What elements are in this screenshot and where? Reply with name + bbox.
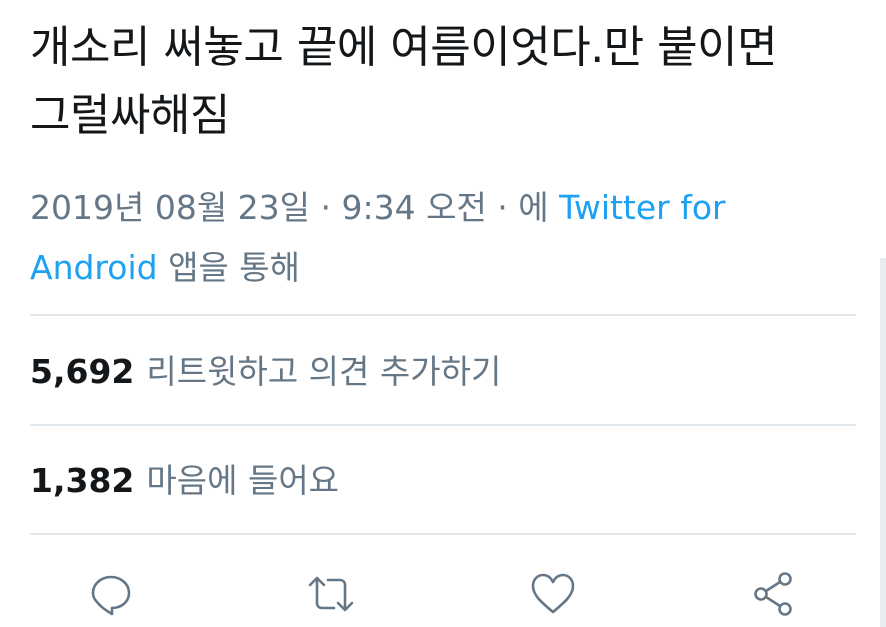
- reply-button[interactable]: [85, 568, 137, 620]
- like-stat[interactable]: 1,382 마음에 들어요: [30, 459, 339, 503]
- tweet-action-bar: [0, 560, 886, 626]
- retweet-icon: [308, 576, 354, 612]
- divider: [30, 424, 856, 426]
- tweet-text: 개소리 써놓고 끝에 여름이엇다.만 붙이면 그럴싸해짐: [30, 22, 791, 141]
- tweet-metadata: 2019년 08월 23일 · 9:34 오전 · 에 Twitter for …: [30, 178, 830, 298]
- tweet-timestamp: 2019년 08월 23일 · 9:34 오전 · 에: [30, 188, 549, 227]
- reply-icon: [91, 575, 131, 616]
- share-icon: [754, 572, 792, 616]
- divider: [30, 533, 856, 535]
- like-label: 마음에 들어요: [146, 461, 340, 500]
- like-button[interactable]: [527, 568, 579, 620]
- source-suffix: 앱을 통해: [168, 248, 301, 287]
- retweet-button[interactable]: [305, 568, 357, 620]
- retweet-count: 5,692: [30, 352, 135, 391]
- like-count: 1,382: [30, 461, 135, 500]
- retweet-label: 리트윗하고 의견 추가하기: [146, 352, 502, 391]
- like-heart-icon: [531, 573, 575, 614]
- retweet-stat[interactable]: 5,692 리트윗하고 의견 추가하기: [30, 350, 501, 394]
- divider: [30, 314, 856, 316]
- share-button[interactable]: [748, 568, 800, 620]
